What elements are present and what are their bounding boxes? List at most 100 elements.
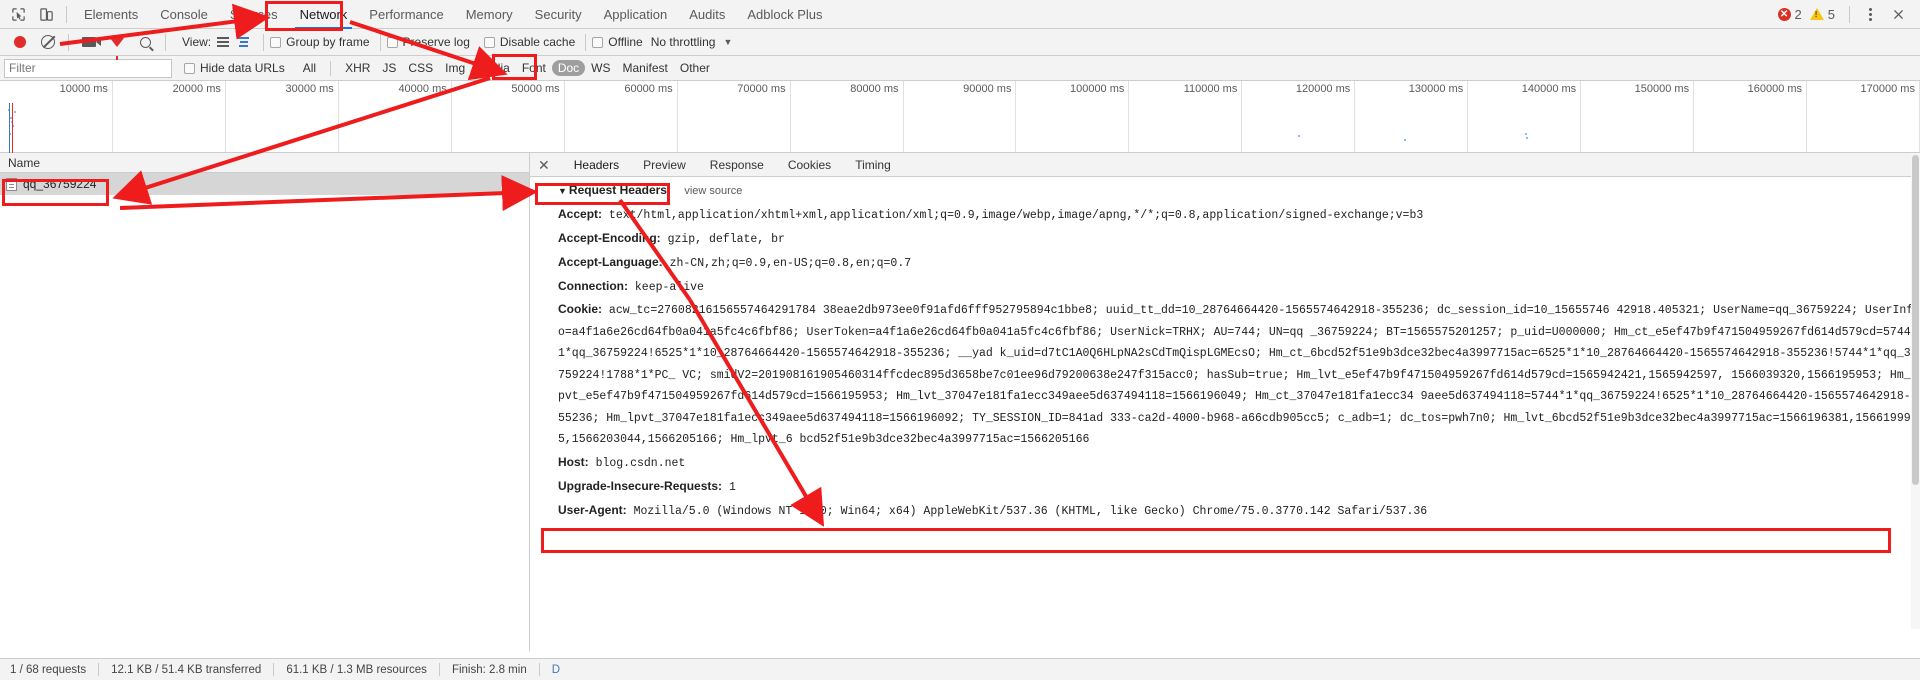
tab-security[interactable]: Security <box>524 0 593 29</box>
tab-headers[interactable]: Headers <box>562 153 631 177</box>
filter-type-all[interactable]: All <box>297 60 322 76</box>
filter-funnel-icon[interactable] <box>103 29 131 60</box>
close-icon[interactable]: ✕ <box>538 158 550 172</box>
clear-button[interactable] <box>34 29 62 55</box>
request-headers-toggle[interactable]: ▼ Request Headers <box>558 183 667 197</box>
header-upgrade-insecure-requests: Upgrade-Insecure-Requests: 1 <box>536 475 1920 499</box>
overview-request-dot <box>1526 137 1528 139</box>
tab-label: Audits <box>689 6 726 22</box>
tab-label: Memory <box>465 6 513 22</box>
scrollbar-track[interactable] <box>1911 153 1920 629</box>
filter-type-other[interactable]: Other <box>674 60 716 76</box>
tab-performance[interactable]: Performance <box>358 0 454 29</box>
devtools-window: Elements Console Sources Network Perform… <box>0 0 1920 680</box>
timeline-tick-label: 40000 ms <box>398 83 447 95</box>
tab-network[interactable]: Network <box>289 0 359 29</box>
warning-count[interactable]: 5 <box>1828 7 1835 22</box>
tab-audits[interactable]: Audits <box>678 0 736 29</box>
preserve-log-checkbox[interactable]: Preserve log <box>386 35 470 49</box>
filter-type-manifest[interactable]: Manifest <box>617 60 674 76</box>
close-icon[interactable] <box>1884 1 1912 27</box>
device-toolbar-icon[interactable] <box>32 1 60 27</box>
toolbar-divider <box>263 33 265 51</box>
filter-divider <box>330 60 332 76</box>
view-source-link[interactable]: view source <box>684 185 742 197</box>
document-icon <box>6 177 17 191</box>
offline-checkbox[interactable]: Offline <box>592 35 643 49</box>
tab-label: Performance <box>369 6 444 22</box>
header-value: text/html,application/xhtml+xml,applicat… <box>608 209 1424 222</box>
chevron-down-icon[interactable]: ▼ <box>723 37 732 47</box>
inspect-element-icon[interactable] <box>4 1 32 27</box>
tab-application[interactable]: Application <box>593 0 679 29</box>
record-button[interactable] <box>6 29 34 55</box>
hide-data-urls-checkbox[interactable]: Hide data URLs <box>184 61 285 75</box>
more-options-icon[interactable] <box>1856 1 1884 27</box>
checkbox-box <box>592 36 604 48</box>
timeline-tick-label: 70000 ms <box>737 83 786 95</box>
waterfall-view-icon[interactable] <box>237 37 250 47</box>
tab-memory[interactable]: Memory <box>455 0 524 29</box>
timeline-tick-label: 160000 ms <box>1747 83 1803 95</box>
devtools-tabbar: Elements Console Sources Network Perform… <box>0 0 1920 29</box>
filter-input[interactable] <box>4 58 172 78</box>
filter-type-font[interactable]: Font <box>516 60 552 76</box>
disable-cache-checkbox[interactable]: Disable cache <box>483 35 575 49</box>
search-icon[interactable] <box>131 29 159 55</box>
timeline-tick-label: 10000 ms <box>59 83 108 95</box>
header-value: zh-CN,zh;q=0.9,en-US;q=0.8,en;q=0.7 <box>669 257 912 270</box>
tab-response[interactable]: Response <box>698 153 776 177</box>
table-row[interactable]: qq_36759224 <box>0 173 529 195</box>
warning-icon[interactable] <box>1809 8 1824 20</box>
header-connection: Connection: keep-alive <box>536 275 1920 299</box>
status-resources: 61.1 KB / 1.3 MB resources <box>286 663 427 676</box>
network-overview-timeline[interactable]: 10000 ms 20000 ms 30000 ms 40000 ms 50000 ms… <box>0 81 1920 153</box>
tab-console[interactable]: Console <box>149 0 219 29</box>
throttling-select[interactable]: No throttling <box>651 35 716 49</box>
view-label: View: <box>182 35 212 49</box>
toolbar-divider <box>379 33 381 51</box>
tab-adblock-plus[interactable]: Adblock Plus <box>736 0 833 29</box>
detail-tabbar: ✕ Headers Preview Response Cookies Timin… <box>530 153 1920 177</box>
scrollbar-thumb[interactable] <box>1912 155 1919 485</box>
filter-type-ws[interactable]: WS <box>585 60 616 76</box>
header-name: Cookie: <box>558 302 603 316</box>
tab-preview[interactable]: Preview <box>631 153 698 177</box>
preserve-log-label: Preserve log <box>402 35 470 49</box>
filter-type-media[interactable]: Media <box>471 60 516 76</box>
filter-type-xhr[interactable]: XHR <box>339 60 376 76</box>
filter-row: Hide data URLs All XHR JS CSS Img Media … <box>0 56 1920 81</box>
toolbar-divider <box>66 5 67 23</box>
dom-content-loaded-marker <box>12 103 13 153</box>
header-name: Connection: <box>558 279 628 293</box>
timeline-tick-label: 170000 ms <box>1860 83 1915 95</box>
tab-timing[interactable]: Timing <box>843 153 903 177</box>
group-by-frame-checkbox[interactable]: Group by frame <box>270 35 370 49</box>
error-icon[interactable]: ✕ <box>1777 7 1791 21</box>
chevron-down-icon: ▼ <box>558 186 567 196</box>
timeline-tick-label: 30000 ms <box>285 83 334 95</box>
tab-cookies[interactable]: Cookies <box>776 153 843 177</box>
filter-type-doc[interactable]: Doc <box>551 60 586 76</box>
tab-label: Adblock Plus <box>747 6 823 22</box>
checkbox-box <box>386 36 398 48</box>
filter-type-img[interactable]: Img <box>439 60 471 76</box>
column-header-name[interactable]: Name <box>0 153 529 173</box>
filter-type-css[interactable]: CSS <box>402 60 439 76</box>
tab-elements[interactable]: Elements <box>73 0 149 29</box>
hide-data-urls-label: Hide data URLs <box>200 61 285 75</box>
tab-label: Console <box>160 6 208 22</box>
status-domcontentloaded: D <box>551 663 561 676</box>
status-transferred: 12.1 KB / 51.4 KB transferred <box>111 663 262 676</box>
tab-label: Application <box>603 6 668 22</box>
error-count[interactable]: 2 <box>1795 7 1802 22</box>
tabbar-right-group: ✕ 2 5 <box>1777 1 1920 27</box>
header-value: gzip, deflate, br <box>667 233 785 246</box>
capture-screenshots-icon[interactable] <box>75 29 103 55</box>
filter-type-js[interactable]: JS <box>376 60 402 76</box>
request-detail-pane: ✕ Headers Preview Response Cookies Timin… <box>530 153 1920 651</box>
tab-sources[interactable]: Sources <box>219 0 289 29</box>
tab-label: Network <box>299 6 348 22</box>
request-headers-section: ▼ Request Headers view source <box>536 183 1920 201</box>
list-view-icon[interactable] <box>217 37 230 47</box>
